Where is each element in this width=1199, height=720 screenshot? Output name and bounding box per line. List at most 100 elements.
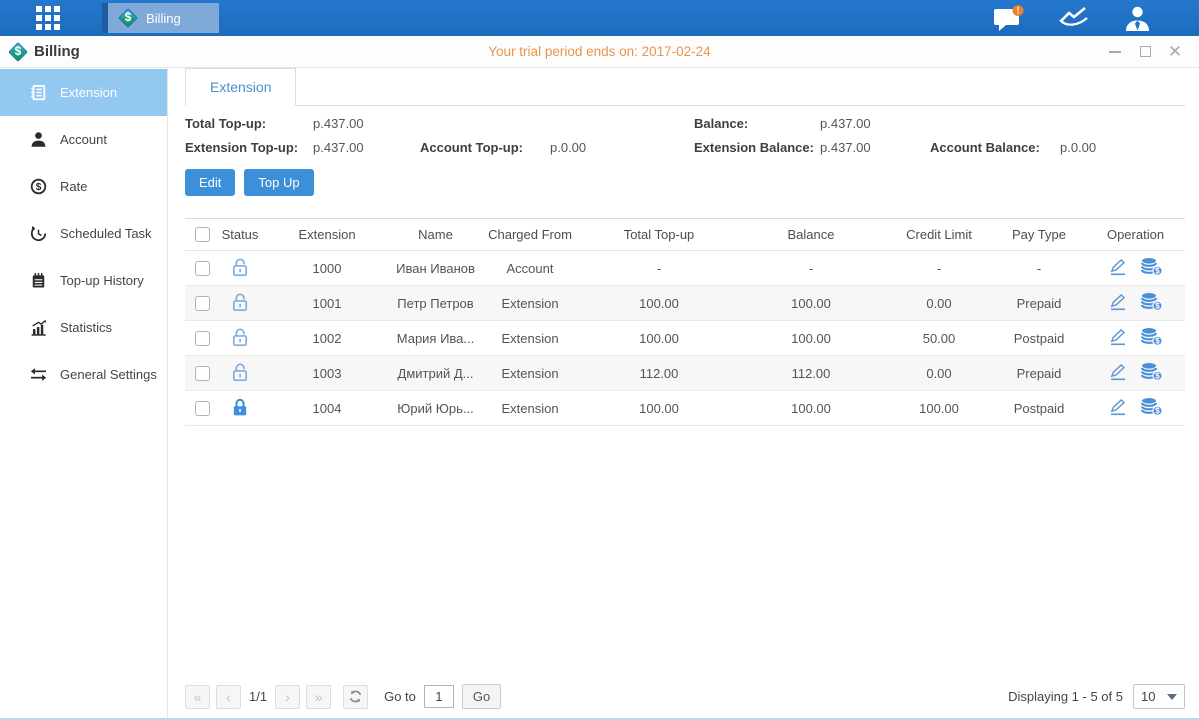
trial-period-notice: Your trial period ends on: 2017-02-24 xyxy=(0,44,1199,59)
lock-closed-icon[interactable] xyxy=(231,397,249,420)
billing-diamond-icon: $ xyxy=(118,8,138,28)
col-total-topup: Total Top-up xyxy=(582,219,736,251)
app-tab-billing[interactable]: $ Billing xyxy=(102,3,219,33)
cell-credit-limit: 100.00 xyxy=(886,391,992,426)
sidebar-item-extension[interactable]: Extension xyxy=(0,69,167,116)
user-account-icon[interactable] xyxy=(1124,5,1151,32)
cell-extension: 1004 xyxy=(261,391,393,426)
clock-icon xyxy=(30,225,47,242)
main-content: Extension Total Top-up: p.437.00 Balance… xyxy=(168,68,1199,718)
balance-label: Balance: xyxy=(694,116,820,131)
sidebar-item-account[interactable]: Account xyxy=(0,116,167,163)
goto-page-input[interactable] xyxy=(424,685,454,708)
row-checkbox[interactable] xyxy=(195,401,210,416)
account-topup-label: Account Top-up: xyxy=(420,140,550,155)
maximize-button[interactable] xyxy=(1137,44,1153,60)
lock-open-icon[interactable] xyxy=(231,327,249,350)
cell-charged-from: Extension xyxy=(478,391,582,426)
col-balance: Balance xyxy=(736,219,886,251)
cell-total-topup: 100.00 xyxy=(582,321,736,356)
extension-balance-label: Extension Balance: xyxy=(694,140,820,155)
table-row: 1000Иван ИвановAccount----$ xyxy=(185,251,1185,286)
extensions-table: Status Extension Name Charged From Total… xyxy=(185,218,1185,426)
edit-row-icon[interactable] xyxy=(1108,293,1128,314)
sidebar-item-label: Rate xyxy=(60,179,87,194)
cell-balance: 100.00 xyxy=(736,391,886,426)
row-checkbox[interactable] xyxy=(195,261,210,276)
col-operation: Operation xyxy=(1086,219,1185,251)
sidebar-item-rate[interactable]: $ Rate xyxy=(0,163,167,210)
account-balance-label: Account Balance: xyxy=(930,140,1060,155)
svg-text:!: ! xyxy=(1017,5,1020,15)
sidebar-item-topup-history[interactable]: Top-up History xyxy=(0,257,167,304)
svg-text:$: $ xyxy=(1155,302,1160,311)
top-app-bar: $ Billing ! xyxy=(0,0,1199,36)
col-extension: Extension xyxy=(261,219,393,251)
cell-total-topup: 100.00 xyxy=(582,391,736,426)
row-checkbox[interactable] xyxy=(195,366,210,381)
prev-page-button[interactable]: ‹ xyxy=(216,685,241,709)
first-page-button[interactable]: « xyxy=(185,685,210,709)
top-up-row-icon[interactable]: $ xyxy=(1140,327,1163,349)
row-checkbox[interactable] xyxy=(195,331,210,346)
statistics-monitor-icon[interactable] xyxy=(1058,6,1090,30)
cell-credit-limit: 0.00 xyxy=(886,286,992,321)
table-row: 1001Петр ПетровExtension100.00100.000.00… xyxy=(185,286,1185,321)
page-size-select[interactable]: 10 xyxy=(1133,684,1185,709)
tab-extension[interactable]: Extension xyxy=(185,68,296,106)
select-all-checkbox[interactable] xyxy=(195,227,210,242)
col-name: Name xyxy=(393,219,478,251)
cell-pay-type: Prepaid xyxy=(992,356,1086,391)
cell-pay-type: - xyxy=(992,251,1086,286)
top-up-row-icon[interactable]: $ xyxy=(1140,292,1163,314)
cell-extension: 1003 xyxy=(261,356,393,391)
sidebar-item-scheduled-task[interactable]: Scheduled Task xyxy=(0,210,167,257)
cell-credit-limit: 50.00 xyxy=(886,321,992,356)
sidebar-item-general-settings[interactable]: General Settings xyxy=(0,351,167,398)
cell-charged-from: Extension xyxy=(478,286,582,321)
lock-open-icon[interactable] xyxy=(231,362,249,385)
row-checkbox[interactable] xyxy=(195,296,210,311)
ledger-icon xyxy=(30,84,47,101)
svg-text:$: $ xyxy=(1155,372,1160,381)
sidebar-item-label: Account xyxy=(60,132,107,147)
transfer-arrows-icon xyxy=(30,366,47,383)
edit-row-icon[interactable] xyxy=(1108,328,1128,349)
edit-button[interactable]: Edit xyxy=(185,169,235,196)
billing-diamond-icon: $ xyxy=(8,42,28,62)
sidebar-item-label: Top-up History xyxy=(60,273,144,288)
refresh-button[interactable] xyxy=(343,685,368,709)
edit-row-icon[interactable] xyxy=(1108,363,1128,384)
last-page-button[interactable]: » xyxy=(306,685,331,709)
bar-chart-icon xyxy=(30,319,47,336)
sidebar-item-label: Statistics xyxy=(60,320,112,335)
app-grid-menu-icon[interactable] xyxy=(36,6,60,30)
top-up-row-icon[interactable]: $ xyxy=(1140,362,1163,384)
table-header-row: Status Extension Name Charged From Total… xyxy=(185,219,1185,251)
go-button[interactable]: Go xyxy=(462,684,501,709)
cell-charged-from: Account xyxy=(478,251,582,286)
dollar-circle-icon: $ xyxy=(30,178,47,195)
top-up-row-icon[interactable]: $ xyxy=(1140,257,1163,279)
top-up-row-icon[interactable]: $ xyxy=(1140,397,1163,419)
sidebar-item-statistics[interactable]: Statistics xyxy=(0,304,167,351)
sidebar-item-label: Scheduled Task xyxy=(60,226,152,241)
lock-open-icon[interactable] xyxy=(231,292,249,315)
edit-row-icon[interactable] xyxy=(1108,258,1128,279)
sidebar-item-label: General Settings xyxy=(60,367,157,382)
edit-row-icon[interactable] xyxy=(1108,398,1128,419)
cell-charged-from: Extension xyxy=(478,321,582,356)
balance-summary: Total Top-up: p.437.00 Balance: p.437.00… xyxy=(185,116,1185,155)
col-status: Status xyxy=(219,219,261,251)
top-up-button[interactable]: Top Up xyxy=(244,169,313,196)
cell-extension: 1001 xyxy=(261,286,393,321)
notifications-icon[interactable]: ! xyxy=(993,5,1024,32)
svg-text:$: $ xyxy=(1155,337,1160,346)
minimize-button[interactable] xyxy=(1107,44,1123,60)
svg-text:$: $ xyxy=(36,182,42,193)
lock-open-icon[interactable] xyxy=(231,257,249,280)
next-page-button[interactable]: › xyxy=(275,685,300,709)
close-button[interactable]: ✕ xyxy=(1167,44,1183,60)
table-row: 1002Мария Ива...Extension100.00100.0050.… xyxy=(185,321,1185,356)
window-title: $ Billing xyxy=(8,42,80,62)
